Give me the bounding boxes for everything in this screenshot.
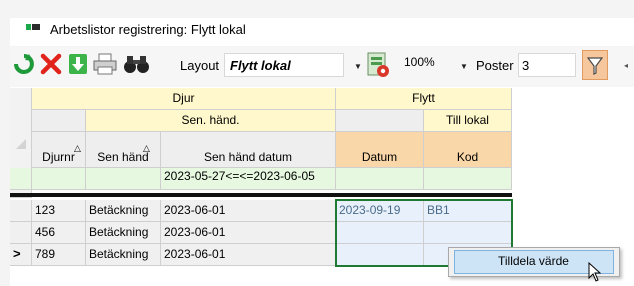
zoom-dropdown-icon[interactable]: ▼ <box>460 62 468 71</box>
group-header-djur: Djur <box>32 88 336 110</box>
filter-cell-djurnr[interactable] <box>32 168 86 190</box>
layout-select-value: Flytt lokal <box>230 58 291 73</box>
filter-separator <box>10 193 512 197</box>
select-all-icon[interactable] <box>15 138 27 150</box>
column-header-datum[interactable]: Datum <box>336 132 424 168</box>
window-title: Arbetslistor registrering: Flytt lokal <box>50 22 246 37</box>
row-indicator[interactable] <box>10 222 32 244</box>
binoculars-icon[interactable] <box>122 53 152 75</box>
menu-item-label: Tilldela värde <box>498 254 569 268</box>
cell-djurnr[interactable]: 456 <box>32 222 86 244</box>
layout-dropdown-icon[interactable]: ▼ <box>354 62 362 71</box>
subheader-sen-hand: Sen. händ. <box>86 110 336 132</box>
filter-cell-datum[interactable] <box>336 168 424 190</box>
download-icon[interactable] <box>68 53 88 75</box>
cell-sen-hand[interactable]: Betäckning <box>86 222 161 244</box>
row-indicator[interactable]: > <box>10 244 32 266</box>
filter-icon <box>587 57 603 75</box>
cell-sen-hand-datum[interactable]: 2023-06-01 <box>161 200 336 222</box>
column-label: Kod <box>456 150 479 164</box>
column-label: Sen händ <box>97 150 149 164</box>
sort-icon: △ <box>74 143 81 153</box>
sort-icon: △ <box>143 143 150 153</box>
app-icon <box>26 24 40 30</box>
delete-icon[interactable] <box>40 53 62 75</box>
column-header-kod[interactable]: Kod <box>424 132 512 168</box>
column-label: Sen händ datum <box>203 150 293 164</box>
cell-djurnr[interactable]: 123 <box>32 200 86 222</box>
subheader-empty <box>336 110 424 132</box>
column-label: Datum <box>361 150 398 164</box>
filter-cell-kod[interactable] <box>424 168 512 190</box>
zoom-select-value: 100% <box>404 55 435 69</box>
group-header-flytt: Flytt <box>336 88 512 110</box>
printer-icon[interactable] <box>93 53 117 75</box>
toolbar-overflow-icon[interactable]: ◂ <box>624 61 628 70</box>
cell-sen-hand[interactable]: Betäckning <box>86 200 161 222</box>
layout-label: Layout <box>180 58 220 73</box>
column-header-sen-hand-datum[interactable]: Sen händ datum <box>161 132 336 168</box>
poster-label: Poster <box>476 58 514 73</box>
row-indicator[interactable] <box>10 200 32 222</box>
subheader-till-lokal: Till lokal <box>424 110 512 132</box>
filter-cell-sen-hand-datum[interactable]: 2023-05-27<=<=2023-06-05 <box>161 168 336 190</box>
filter-cell-sen-hand[interactable] <box>86 168 161 190</box>
column-label: Djurnr <box>42 150 75 164</box>
refresh-icon[interactable] <box>13 53 35 75</box>
filter-button[interactable] <box>582 50 608 80</box>
layout-settings-icon[interactable] <box>365 51 391 79</box>
cell-djurnr[interactable]: 789 <box>32 244 86 266</box>
cell-sen-hand-datum[interactable]: 2023-06-01 <box>161 222 336 244</box>
cell-sen-hand-datum[interactable]: 2023-06-01 <box>161 244 336 266</box>
subheader-empty <box>32 110 86 132</box>
cell-sen-hand[interactable]: Betäckning <box>86 244 161 266</box>
filter-row-indicator <box>10 168 32 190</box>
poster-count-value: 3 <box>522 58 530 73</box>
mouse-cursor-icon <box>588 262 602 282</box>
